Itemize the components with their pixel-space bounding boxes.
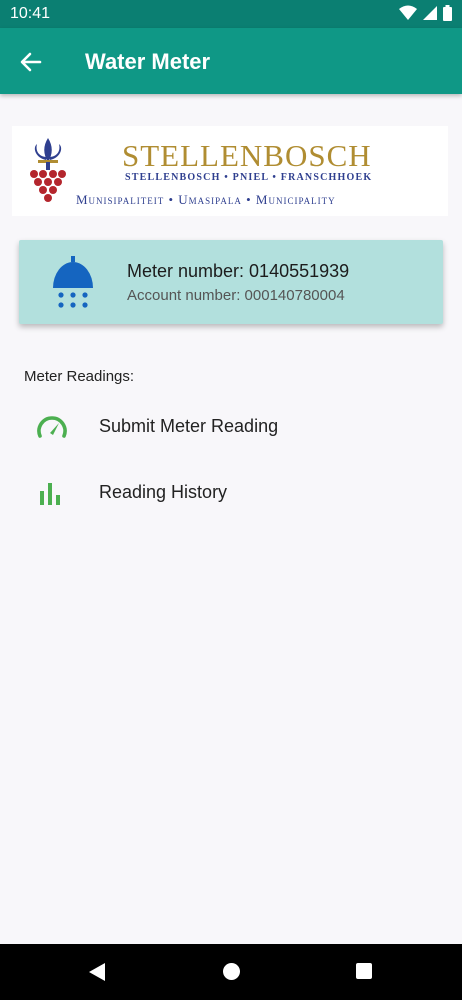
account-number: Account number: 000140780004: [127, 287, 345, 304]
back-button[interactable]: [14, 45, 48, 79]
submit-meter-reading-item[interactable]: Submit Meter Reading: [0, 398, 462, 458]
reading-history-item[interactable]: Reading History: [0, 464, 462, 524]
system-navigation-bar: [0, 944, 462, 1000]
battery-icon: [443, 5, 452, 21]
reading-history-label: Reading History: [99, 482, 228, 502]
section-label: Meter Readings:: [24, 368, 135, 385]
logo-subtitle: STELLENBOSCH • PNIEL • FRANSCHHOEK: [125, 172, 373, 183]
status-icons: [399, 5, 452, 21]
app-bar: Water Meter: [0, 28, 462, 94]
back-triangle-icon[interactable]: [88, 962, 106, 982]
meter-card: Meter number: 0140551939 Account number:…: [19, 240, 443, 324]
meter-number: Meter number: 0140551939: [127, 261, 350, 281]
signal-icon: [423, 6, 437, 20]
fleur-de-lis-grapes-icon: [30, 138, 66, 202]
page-title: Water Meter: [85, 49, 211, 74]
bar-chart-icon: [40, 483, 60, 505]
shower-icon: [53, 256, 93, 308]
arrow-left-icon: [20, 52, 42, 72]
logo-name: STELLENBOSCH: [122, 138, 372, 173]
submit-meter-reading-label: Submit Meter Reading: [99, 416, 279, 436]
status-time: 10:41: [10, 5, 51, 22]
recents-square-icon[interactable]: [355, 962, 373, 980]
municipality-logo: STELLENBOSCH STELLENBOSCH • PNIEL • FRAN…: [12, 126, 448, 216]
status-bar: 10:41: [0, 0, 462, 28]
wifi-icon: [399, 5, 417, 20]
speedometer-icon: [37, 416, 67, 438]
home-circle-icon[interactable]: [222, 962, 241, 981]
logo-tagline: Munisipaliteit • Umasipala • Municipalit…: [76, 192, 336, 207]
